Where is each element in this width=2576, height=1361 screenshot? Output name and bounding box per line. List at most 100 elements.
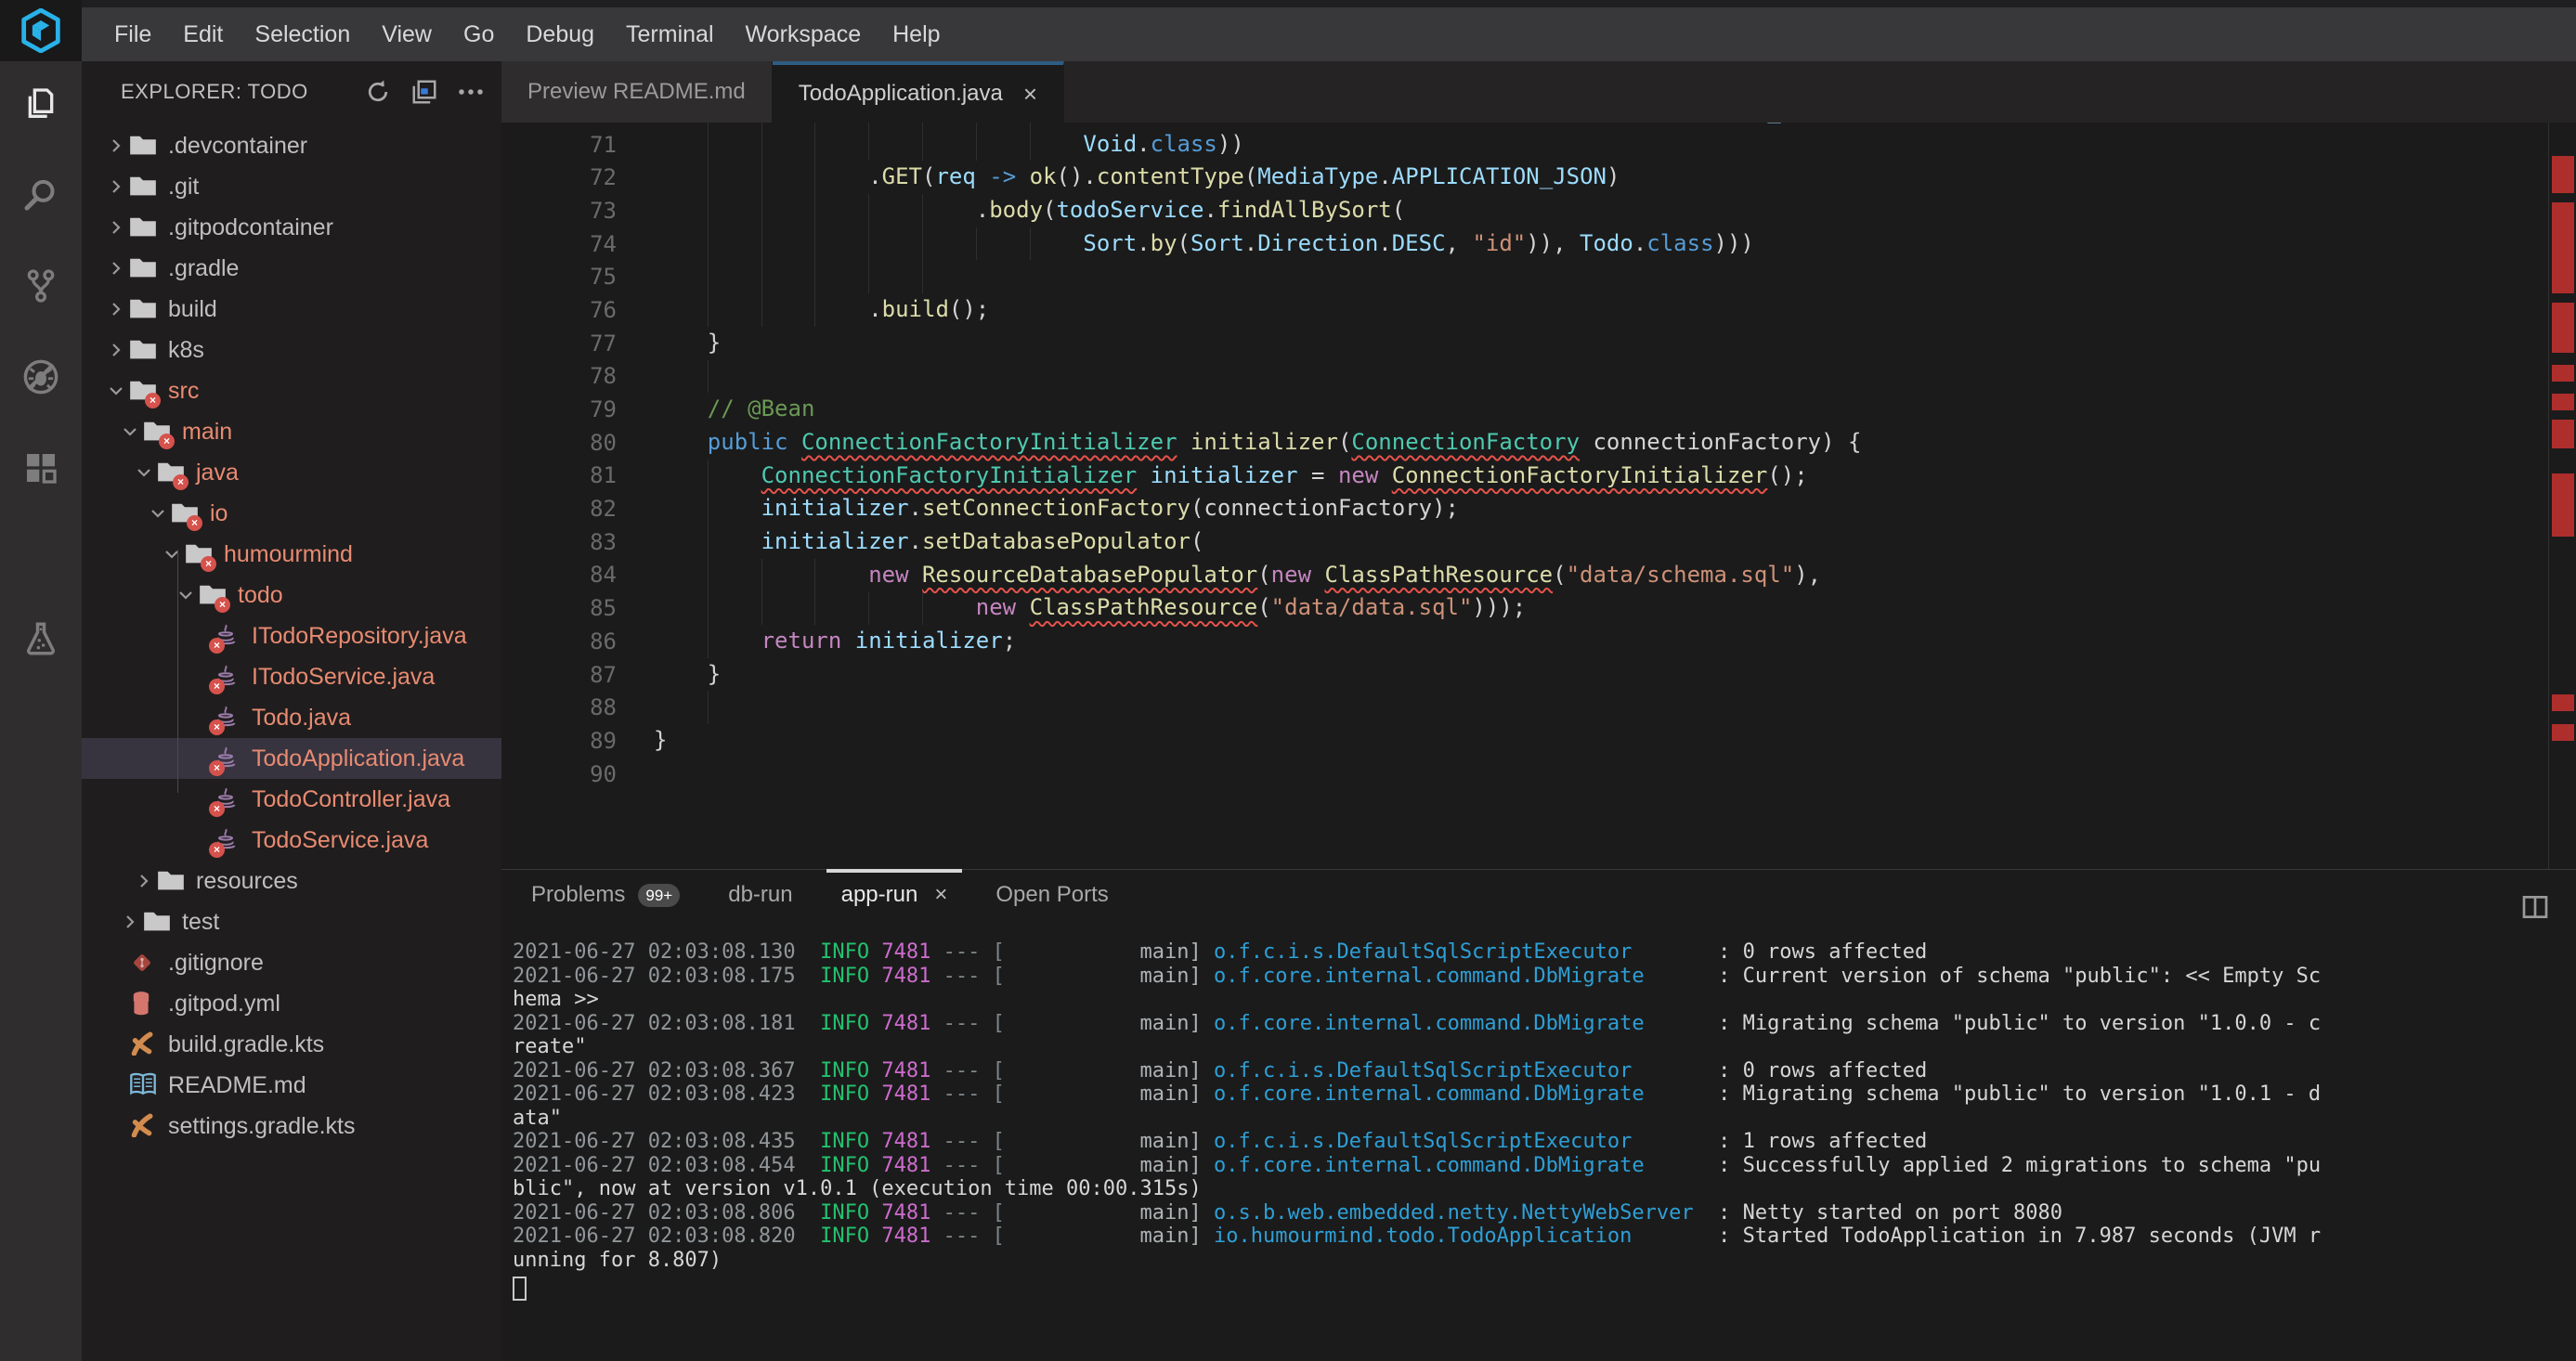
panel-tab-db-run[interactable]: db-run [704,870,816,920]
refresh-icon[interactable] [364,78,392,106]
editor-tab-preview-readme-md[interactable]: Preview README.md [501,61,773,123]
indent-guide [922,591,923,625]
terminal-line: blic", now at version v1.0.1 (execution … [513,1177,2570,1201]
code-token: APPLICATION_JSON [1392,163,1607,189]
tree-item-java[interactable]: ×java [82,452,501,493]
test-flask-icon[interactable] [20,618,61,659]
tree-item-label: ITodoRepository.java [252,623,467,650]
tree-item-todoservice-java[interactable]: ×TodoService.java [82,820,501,861]
terminal-line: unning for 8.807) [513,1249,2570,1273]
menu-item-terminal[interactable]: Terminal [610,21,729,48]
error-badge: × [201,556,216,572]
code-token: // @Bean [708,395,815,421]
menu-item-go[interactable]: Go [448,21,510,48]
search-icon[interactable] [20,175,61,215]
tree-item-todo-java[interactable]: ×Todo.java [82,697,501,738]
panel-tab-problems[interactable]: Problems99+ [507,870,704,920]
menu-item-selection[interactable]: Selection [239,21,366,48]
menu-item-help[interactable]: Help [877,21,956,48]
code-token: initializer [1151,462,1298,488]
code-line[interactable]: 73 .body(todoService.findAllBySort( [501,194,2576,227]
menu-item-view[interactable]: View [366,21,448,48]
code-line[interactable]: 90 [501,758,2576,791]
tree-item-k8s[interactable]: k8s [82,330,501,370]
indent-guide [708,260,709,293]
code-line[interactable]: 87 } [501,658,2576,692]
tree-item-todo[interactable]: ×todo [82,575,501,616]
collapse-all-icon[interactable] [410,78,438,106]
code-line[interactable]: 88 [501,691,2576,724]
tree-item--gitpodcontainer[interactable]: .gitpodcontainer [82,207,501,248]
tree-item-build[interactable]: build [82,289,501,330]
code-line[interactable]: 80 public ConnectionFactoryInitializer i… [501,426,2576,460]
code-token: body [989,197,1043,223]
menu-item-edit[interactable]: Edit [167,21,239,48]
terminal-segment: main] [1005,1130,1214,1153]
code-line[interactable]: 79 // @Bean [501,393,2576,426]
code-line[interactable]: 83 initializer.setDatabasePopulator( [501,525,2576,559]
editor-tab-todoapplication-java[interactable]: TodoApplication.java× [773,61,1064,123]
tree-item-src[interactable]: ×src [82,370,501,411]
tree-item-settings-gradle-kts[interactable]: settings.gradle.kts [82,1106,501,1147]
tree-item--gradle[interactable]: .gradle [82,248,501,289]
code-token: ( [922,163,935,189]
more-actions-icon[interactable] [457,78,485,106]
overview-ruler[interactable] [2548,123,2576,869]
code-token: . [1633,230,1646,256]
code-line[interactable]: 85 new ClassPathResource("data/data.sql"… [501,591,2576,625]
tree-item-build-gradle-kts[interactable]: build.gradle.kts [82,1024,501,1065]
tree-item-resources[interactable]: resources [82,861,501,901]
terminal-segment: 2021-06-27 02:03:08.435 [513,1130,820,1153]
code-line[interactable]: 86 return initializer; [501,625,2576,658]
tree-item--gitpod-yml[interactable]: .gitpod.yml [82,983,501,1024]
code-line[interactable]: 84 new ResourceDatabasePopulator(new Cla… [501,559,2576,592]
code-line[interactable]: 78 [501,360,2576,394]
debug-disabled-icon[interactable] [20,356,61,397]
code-line[interactable]: 89} [501,724,2576,758]
close-terminal-icon[interactable]: × [934,882,947,908]
terminal-line: 2021-06-27 02:03:08.130 INFO 7481 --- [ … [513,940,2570,965]
indent-guide [708,360,709,394]
code-editor[interactable]: 70 .POST(req -> ok().contentType(MediaTy… [501,123,2576,869]
folder-icon [129,255,159,281]
tree-item-todoapplication-java[interactable]: ×TodoApplication.java [82,738,501,779]
java-file-icon: × [213,786,242,812]
tree-item-main[interactable]: ×main [82,411,501,452]
panel-tab-app-run[interactable]: app-run× [817,870,972,920]
tree-item-itodoservice-java[interactable]: ×ITodoService.java [82,656,501,697]
editor-tab-label: Preview README.md [527,79,746,105]
source-control-icon[interactable] [20,266,61,306]
tree-item--git[interactable]: .git [82,166,501,207]
code-line[interactable]: 81 ConnectionFactoryInitializer initiali… [501,460,2576,493]
tree-item-todocontroller-java[interactable]: ×TodoController.java [82,779,501,820]
code-line[interactable]: 82 initializer.setConnectionFactory(conn… [501,492,2576,525]
terminal-segment: --- [ [930,965,1004,988]
files-icon[interactable] [20,84,61,124]
code-line[interactable]: 76 .build(); [501,293,2576,327]
code-line[interactable]: 72 .GET(req -> ok().contentType(MediaTyp… [501,161,2576,194]
git-file-icon [129,950,159,976]
code-line[interactable]: 71 Void.class)) [501,128,2576,162]
indent-guide [708,194,709,227]
terminal-segment: --- [ [930,1154,1004,1177]
menu-item-file[interactable]: File [98,21,167,48]
tree-item--devcontainer[interactable]: .devcontainer [82,125,501,166]
tree-item-humourmind[interactable]: ×humourmind [82,534,501,575]
tree-item--gitignore[interactable]: .gitignore [82,942,501,983]
close-tab-icon[interactable]: × [1023,80,1037,109]
code-line[interactable]: 75 [501,260,2576,293]
split-panel-icon[interactable] [2520,892,2550,922]
tree-item-io[interactable]: ×io [82,493,501,534]
code-line[interactable]: 77 } [501,327,2576,360]
indent-guide [976,227,977,261]
terminal-output[interactable]: 2021-06-27 02:03:08.130 INFO 7481 --- [ … [513,940,2570,1301]
tree-item-itodorepository-java[interactable]: ×ITodoRepository.java [82,616,501,656]
menu-item-debug[interactable]: Debug [510,21,610,48]
error-badge: × [209,719,225,735]
tree-item-readme-md[interactable]: README.md [82,1065,501,1106]
tree-item-test[interactable]: test [82,901,501,942]
extensions-icon[interactable] [20,447,61,488]
panel-tab-open-ports[interactable]: Open Ports [971,870,1132,920]
menu-item-workspace[interactable]: Workspace [730,21,878,48]
code-line[interactable]: 74 Sort.by(Sort.Direction.DESC, "id")), … [501,227,2576,261]
